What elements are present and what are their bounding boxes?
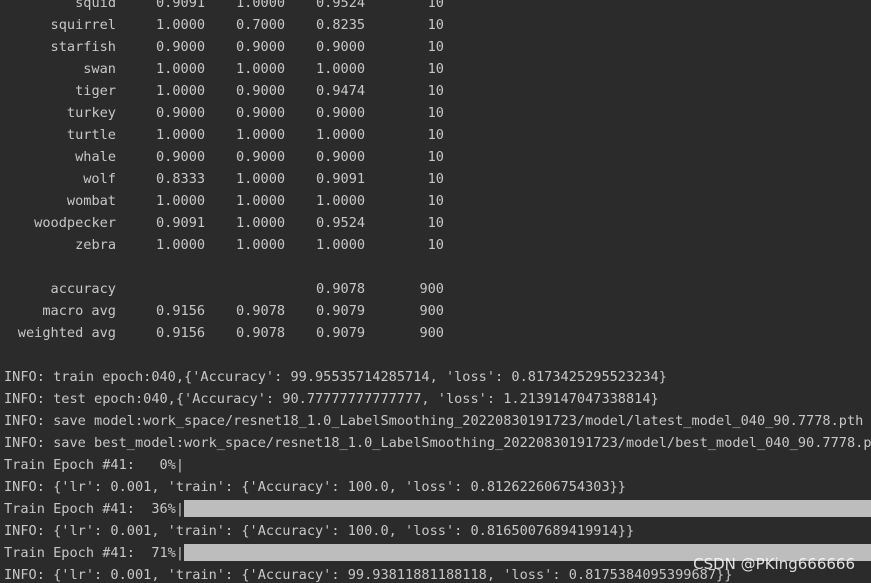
f1-value: 0.9091: [316, 171, 366, 187]
class-label: wolf: [83, 171, 116, 187]
recall-value: 0.9000: [236, 149, 286, 165]
f1-value: 0.9000: [316, 149, 366, 165]
precision-value: 1.0000: [156, 61, 206, 77]
class-label: squid: [75, 0, 116, 11]
support-value: 10: [427, 237, 444, 253]
support-value: 10: [427, 17, 444, 33]
f1-value: 0.9079: [316, 325, 366, 341]
support-value: 10: [427, 127, 444, 143]
support-value: 10: [427, 193, 444, 209]
class-label: squirrel: [50, 17, 116, 33]
f1-value: 1.0000: [316, 127, 366, 143]
precision-value: 1.0000: [156, 83, 206, 99]
recall-value: 0.9078: [236, 325, 286, 341]
summary-label: accuracy: [50, 281, 116, 297]
precision-value: 0.9091: [156, 0, 206, 11]
support-value: 10: [427, 149, 444, 165]
precision-value: 0.8333: [156, 171, 206, 187]
progress-label: Train Epoch #41: 71%|: [4, 545, 185, 561]
support-value: 10: [427, 215, 444, 231]
watermark: CSDN @PKing666666: [693, 555, 855, 573]
precision-value: 0.9000: [156, 105, 206, 121]
support-value: 900: [419, 303, 444, 319]
precision-value: 0.9156: [156, 325, 206, 341]
class-label: turkey: [66, 105, 116, 121]
recall-value: 1.0000: [236, 193, 286, 209]
precision-value: 0.9000: [156, 149, 206, 165]
class-label: whale: [75, 149, 116, 165]
class-label: starfish: [50, 39, 116, 55]
recall-value: 1.0000: [236, 215, 286, 231]
support-value: 10: [427, 83, 444, 99]
class-label: swan: [83, 61, 116, 77]
recall-value: 1.0000: [236, 171, 286, 187]
support-value: 10: [427, 61, 444, 77]
recall-value: 0.9078: [236, 303, 286, 319]
support-value: 10: [427, 171, 444, 187]
log-line: INFO: train epoch:040,{'Accuracy': 99.95…: [4, 369, 667, 385]
f1-value: 0.9474: [316, 83, 366, 99]
precision-value: 0.9156: [156, 303, 206, 319]
precision-value: 1.0000: [156, 237, 206, 253]
log-line: INFO: {'lr': 0.001, 'train': {'Accuracy'…: [4, 479, 626, 495]
progress-line: Train Epoch #41: 36%|: [4, 498, 871, 520]
log-line: INFO: {'lr': 0.001, 'train': {'Accuracy'…: [4, 523, 635, 539]
recall-value: 1.0000: [236, 61, 286, 77]
precision-value: 0.9000: [156, 39, 206, 55]
f1-value: 1.0000: [316, 193, 366, 209]
summary-label: weighted avg: [17, 325, 116, 341]
class-label: zebra: [75, 237, 116, 253]
support-value: 10: [427, 39, 444, 55]
f1-value: 0.8235: [316, 17, 366, 33]
class-label: woodpecker: [34, 215, 116, 231]
f1-value: 1.0000: [316, 237, 366, 253]
log-line: INFO: {'lr': 0.001, 'train': {'Accuracy'…: [4, 567, 733, 583]
support-value: 900: [419, 281, 444, 297]
class-label: turtle: [66, 127, 116, 143]
summary-label: macro avg: [42, 303, 116, 319]
progress-label: Train Epoch #41: 0%|: [4, 457, 185, 473]
log-line: INFO: save model:work_space/resnet18_1.0…: [4, 413, 864, 429]
support-value: 10: [427, 0, 444, 11]
log-line: INFO: test epoch:040,{'Accuracy': 90.777…: [4, 391, 659, 407]
precision-value: 1.0000: [156, 193, 206, 209]
precision-value: 0.9091: [156, 215, 206, 231]
class-label: wombat: [66, 193, 116, 209]
f1-value: 1.0000: [316, 61, 366, 77]
recall-value: 0.9000: [236, 39, 286, 55]
precision-value: 1.0000: [156, 127, 206, 143]
precision-value: 1.0000: [156, 17, 206, 33]
log-line: INFO: save best_model:work_space/resnet1…: [4, 435, 871, 451]
f1-value: 0.9524: [316, 0, 366, 11]
f1-value: 0.9000: [316, 105, 366, 121]
recall-value: 0.9000: [236, 105, 286, 121]
f1-value: 0.9079: [316, 303, 366, 319]
f1-value: 0.9000: [316, 39, 366, 55]
progress-line: Train Epoch #41: 0%|: [4, 454, 871, 476]
recall-value: 0.7000: [236, 17, 286, 33]
class-label: tiger: [75, 83, 116, 99]
progress-label: Train Epoch #41: 36%|: [4, 501, 185, 517]
support-value: 10: [427, 105, 444, 121]
f1-value: 0.9524: [316, 215, 366, 231]
recall-value: 1.0000: [236, 237, 286, 253]
recall-value: 0.9000: [236, 83, 286, 99]
f1-value: 0.9078: [316, 281, 366, 297]
support-value: 900: [419, 325, 444, 341]
recall-value: 1.0000: [236, 127, 286, 143]
console-output: squid 0.9091 1.0000 0.9524 10 squirrel 1…: [0, 0, 871, 583]
recall-value: 1.0000: [236, 0, 286, 11]
progress-bar: [184, 500, 871, 517]
